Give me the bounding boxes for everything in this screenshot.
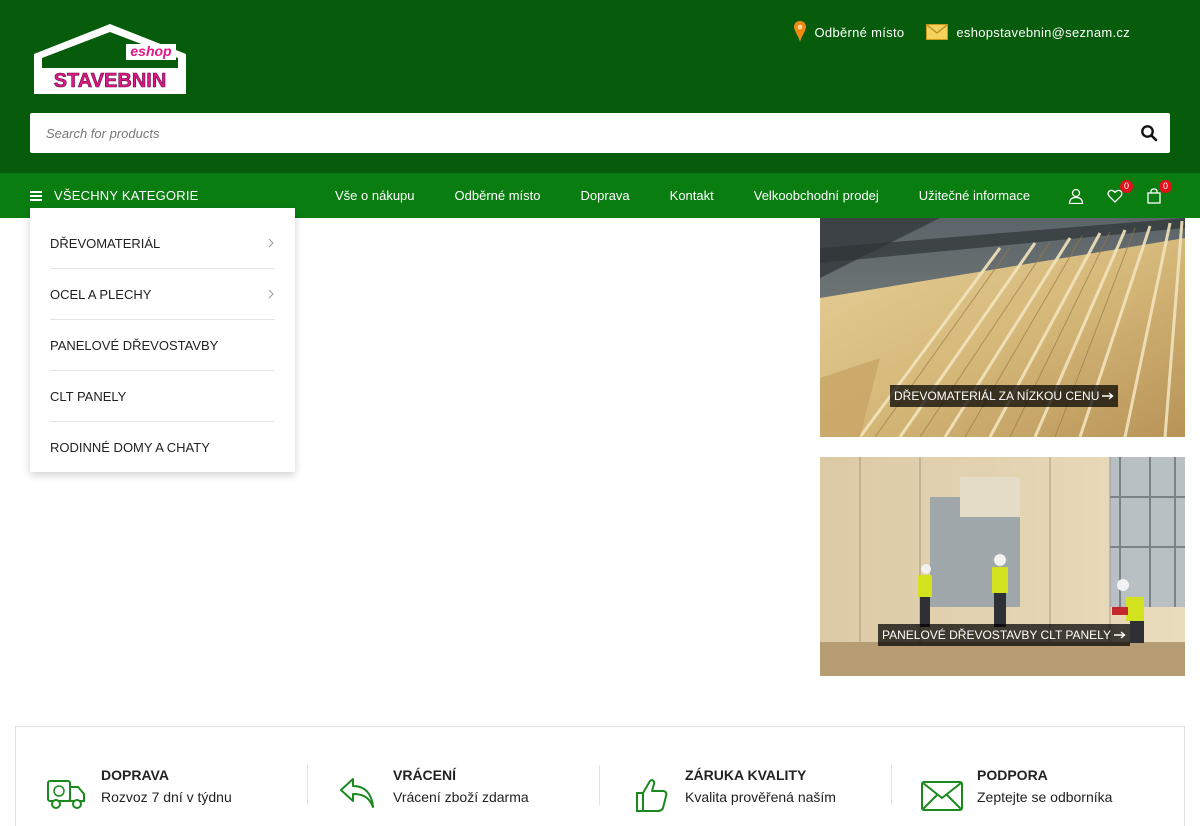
feature-title: ZÁRUKA KVALITY	[685, 767, 807, 783]
nav-link-uzitecne-informace[interactable]: Užitečné informace	[919, 188, 1030, 203]
wishlist-count-badge: 0	[1120, 179, 1133, 193]
map-pin-icon	[793, 21, 806, 43]
banner-drevomaterial[interactable]: DŘEVOMATERIÁL ZA NÍZKOU CENU	[820, 218, 1185, 437]
features-strip: DOPRAVA Rozvoz 7 dní v týdnu VRÁCENÍ Vrá…	[15, 726, 1185, 826]
cart-count-badge: 0	[1159, 179, 1172, 193]
banner-label[interactable]: PANELOVÉ DŘEVOSTAVBY CLT PANELY	[878, 624, 1130, 646]
logo-small-text: eshop	[130, 43, 172, 59]
category-label: CLT PANELY	[50, 388, 127, 404]
thumbs-up-icon	[636, 779, 668, 812]
feature-text: Kvalita prověřená naším	[685, 789, 836, 805]
search-input[interactable]	[30, 113, 1170, 153]
nav-link-kontakt[interactable]: Kontakt	[670, 188, 714, 203]
pickup-label: Odběrné místo	[814, 24, 905, 40]
category-label: OCEL A PLECHY	[50, 286, 152, 302]
chevron-right-icon	[268, 289, 274, 299]
email-label: eshopstavebnin@seznam.cz	[956, 24, 1130, 40]
user-icon	[1068, 188, 1084, 204]
envelope-icon	[921, 781, 963, 811]
account-button[interactable]	[1068, 188, 1084, 204]
category-item-drevomaterial[interactable]: DŘEVOMATERIÁL	[50, 218, 275, 269]
category-item-rodinne-domy[interactable]: RODINNÉ DOMY A CHATY	[50, 422, 275, 473]
feature-divider	[599, 765, 600, 805]
cart-button[interactable]: 0	[1146, 179, 1172, 204]
feature-title: PODPORA	[977, 767, 1048, 783]
search-icon[interactable]	[1140, 124, 1158, 142]
nav-icons: 0 0	[1068, 173, 1172, 218]
feature-title: DOPRAVA	[101, 767, 169, 783]
banner-clt-panely[interactable]: PANELOVÉ DŘEVOSTAVBY CLT PANELY	[820, 457, 1185, 676]
banner-label-text: PANELOVÉ DŘEVOSTAVBY CLT PANELY	[882, 628, 1111, 642]
category-item-ocel-a-plechy[interactable]: OCEL A PLECHY	[50, 269, 275, 320]
nav-link-nakup[interactable]: Vše o nákupu	[335, 188, 415, 203]
return-arrow-icon	[340, 778, 374, 808]
nav-link-velkoobchod[interactable]: Velkoobchodní prodej	[754, 188, 879, 203]
pickup-link[interactable]: Odběrné místo	[793, 20, 905, 44]
feature-text: Zeptejte se odborníka	[977, 789, 1113, 805]
all-categories-label: VŠECHNY KATEGORIE	[54, 188, 199, 203]
contact-bar: Odběrné místo eshopstavebnin@seznam.cz	[793, 20, 1131, 44]
banner-label-text: DŘEVOMATERIÁL ZA NÍZKOU CENU	[894, 389, 1100, 403]
category-label: RODINNÉ DOMY A CHATY	[50, 440, 210, 455]
truck-icon	[47, 780, 85, 809]
wishlist-button[interactable]: 0	[1107, 179, 1133, 204]
category-item-clt-panely[interactable]: CLT PANELY	[50, 371, 275, 422]
search-bar	[30, 113, 1170, 153]
feature-title: VRÁCENÍ	[393, 767, 457, 783]
category-menu: DŘEVOMATERIÁL OCEL A PLECHY PANELOVÉ DŘE…	[30, 208, 295, 472]
nav-link-doprava[interactable]: Doprava	[581, 188, 630, 203]
arrow-right-icon	[1113, 631, 1126, 639]
banner-label[interactable]: DŘEVOMATERIÁL ZA NÍZKOU CENU	[890, 385, 1119, 407]
category-label: PANELOVÉ DŘEVOSTAVBY	[50, 337, 219, 353]
feature-divider	[307, 765, 308, 805]
hamburger-icon	[30, 190, 42, 201]
chevron-right-icon	[268, 238, 274, 248]
feature-text: Rozvoz 7 dní v týdnu	[101, 789, 232, 805]
envelope-icon	[926, 24, 949, 40]
email-link[interactable]: eshopstavebnin@seznam.cz	[926, 24, 1130, 40]
nav-link-odberne-misto[interactable]: Odběrné místo	[455, 188, 541, 203]
top-header: eshop STAVEBNIN Odběrné místo eshopstave…	[0, 0, 1200, 173]
feature-text: Vrácení zboží zdarma	[393, 789, 529, 805]
category-item-panelove-drevostavby[interactable]: PANELOVÉ DŘEVOSTAVBY	[50, 320, 275, 371]
nav-links: Vše o nákupu Odběrné místo Doprava Konta…	[335, 173, 1070, 218]
logo-big-text: STAVEBNIN	[54, 70, 167, 92]
feature-divider	[891, 765, 892, 805]
site-logo[interactable]: eshop STAVEBNIN	[30, 20, 190, 98]
arrow-right-icon	[1102, 392, 1114, 400]
category-label: DŘEVOMATERIÁL	[50, 235, 161, 251]
